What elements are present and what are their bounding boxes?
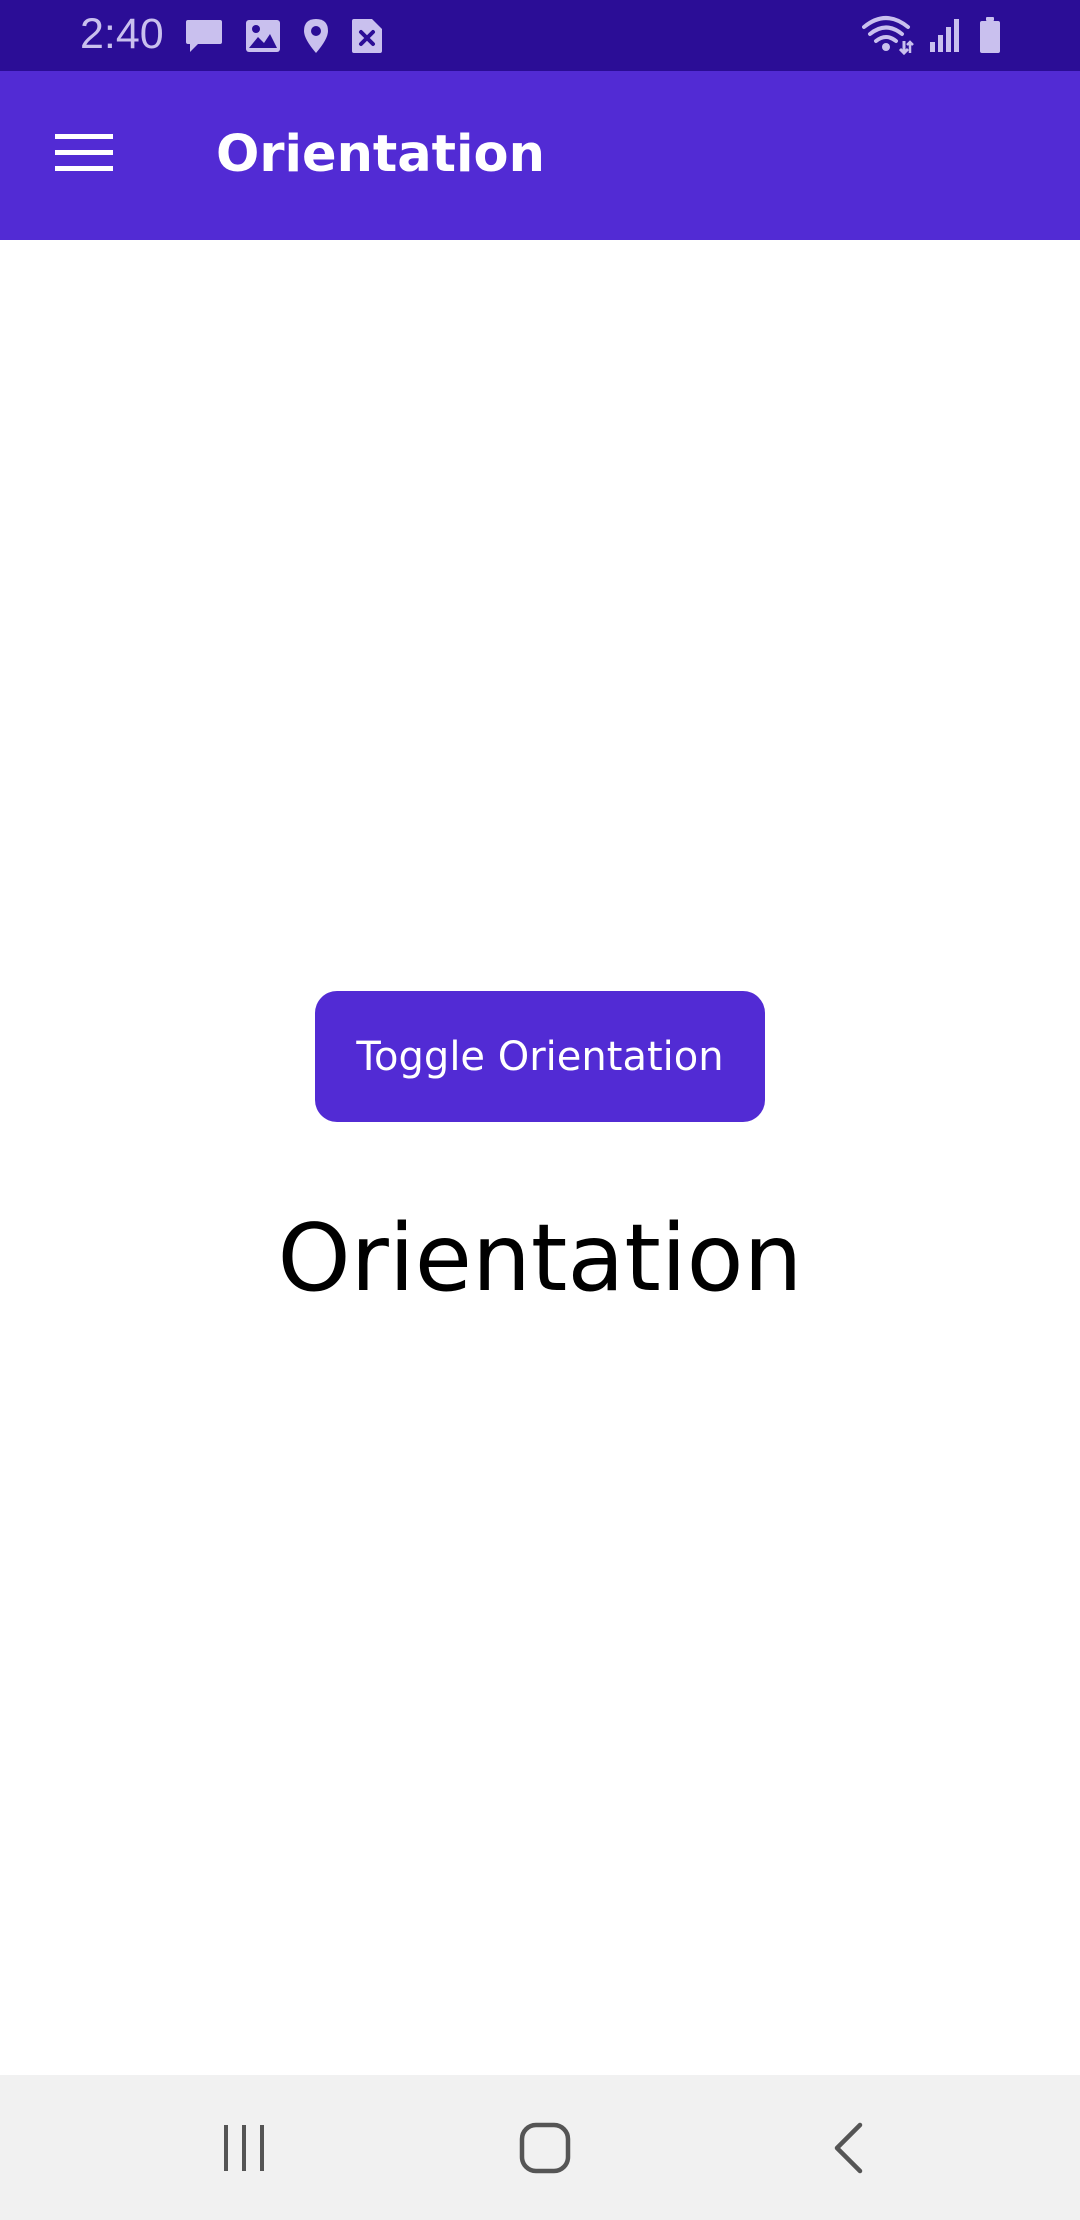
screen: 2:40 Orientation Toggle Orientation Orie…: [0, 0, 1080, 2220]
recents-button[interactable]: [194, 2100, 294, 2200]
recents-icon: [220, 2123, 268, 2177]
signal-icon: [928, 16, 964, 54]
orientation-text: Orientation: [277, 1204, 803, 1312]
navigation-bar: [0, 2075, 1080, 2220]
back-icon: [830, 2122, 866, 2178]
status-time: 2:40: [80, 10, 164, 58]
status-bar: 2:40: [0, 0, 1080, 71]
toggle-orientation-button[interactable]: Toggle Orientation: [315, 991, 765, 1122]
download-error-icon: [350, 17, 384, 55]
home-icon: [519, 2122, 571, 2178]
app-title: Orientation: [216, 125, 545, 184]
message-icon: [184, 17, 224, 55]
menu-button[interactable]: [40, 111, 128, 199]
image-icon: [244, 18, 282, 54]
location-pin-icon: [302, 17, 330, 55]
hamburger-menu-icon: [55, 131, 113, 179]
back-button[interactable]: [798, 2100, 898, 2200]
system-status-icons: [862, 14, 1002, 56]
battery-icon: [978, 16, 1002, 54]
app-bar: Orientation: [0, 71, 1080, 240]
notification-icons: [184, 16, 384, 56]
home-button[interactable]: [495, 2100, 595, 2200]
wifi-icon: [862, 15, 914, 55]
